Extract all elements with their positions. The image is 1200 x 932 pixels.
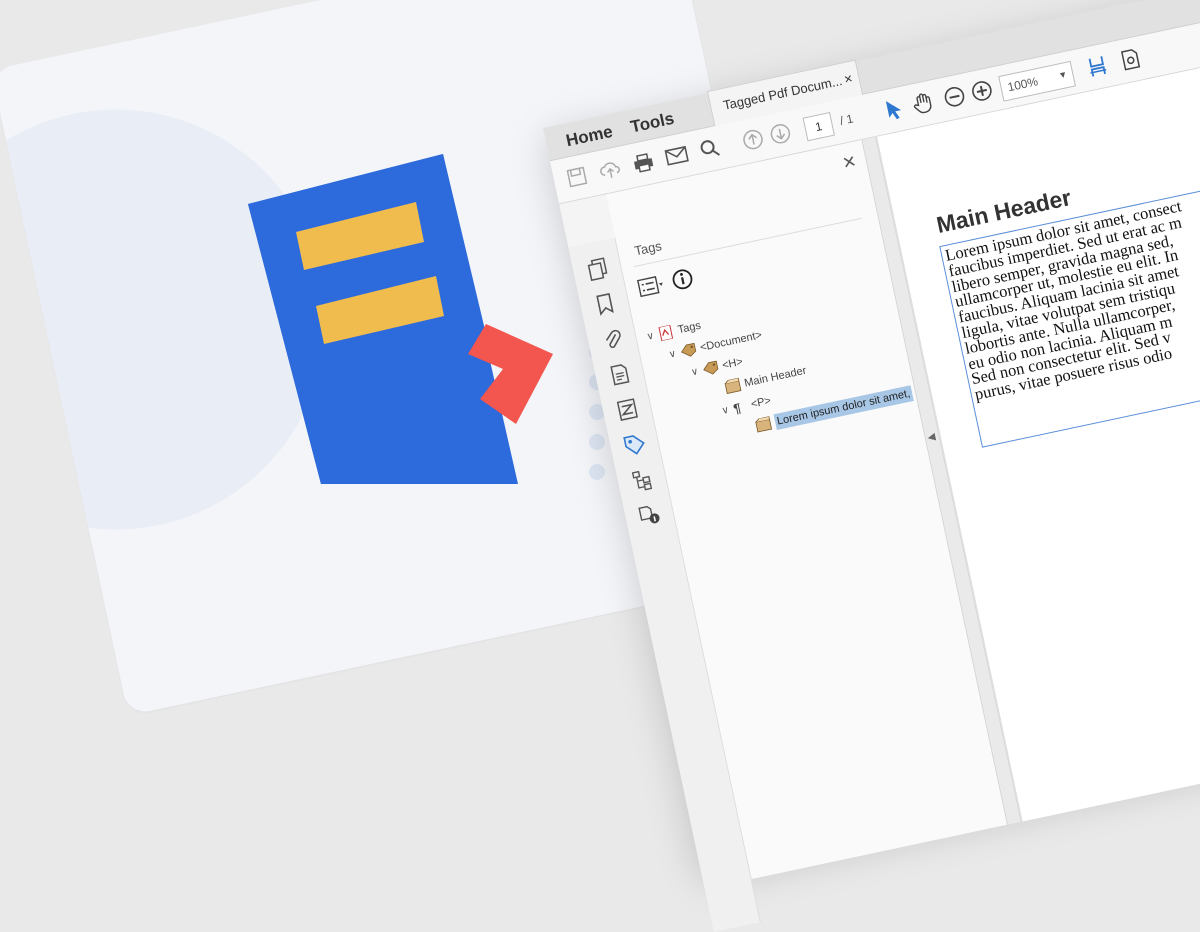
tree-item-label: Main Header	[743, 364, 808, 390]
hand-tool-icon[interactable]	[908, 88, 939, 119]
collapse-arrow-icon[interactable]: ◀	[927, 431, 937, 443]
upload-cloud-icon[interactable]	[595, 155, 626, 186]
page-down-icon[interactable]	[765, 118, 796, 149]
tags-tree-icon[interactable]	[619, 429, 650, 460]
content-order-icon[interactable]	[612, 394, 643, 425]
tree-item-label: Tags	[676, 319, 703, 337]
page-up-icon[interactable]	[738, 124, 769, 155]
page-number-input[interactable]: 1	[802, 111, 835, 142]
tree-item-label: <H>	[721, 355, 744, 372]
tree-item-label-selected: Lorem ipsum dolor sit amet,	[773, 385, 914, 430]
panel-divider	[633, 217, 862, 268]
tag-icon	[703, 360, 719, 375]
print-icon[interactable]	[628, 147, 659, 178]
pages-icon[interactable]	[582, 253, 613, 284]
options-menu-icon[interactable]	[636, 271, 667, 302]
selected-paragraph[interactable]: Lorem ipsum dolor sit amet, consect fauc…	[939, 138, 1200, 448]
zoom-in-icon[interactable]	[966, 76, 997, 107]
chevron-down-icon: ▼	[1057, 68, 1069, 81]
close-panel-icon[interactable]: ×	[840, 148, 858, 176]
accessibility-info-icon[interactable]	[634, 500, 665, 531]
tags-panel-title: Tags	[633, 238, 664, 259]
tagged-pdf-logo	[248, 154, 553, 484]
bookmark-icon[interactable]	[590, 289, 621, 320]
content-box-icon	[724, 377, 742, 394]
email-icon[interactable]	[661, 140, 692, 171]
zoom-select[interactable]: 100% ▼	[998, 60, 1076, 102]
content-box-icon	[755, 416, 773, 433]
attachment-icon[interactable]	[597, 324, 628, 355]
paragraph-icon: ¶	[732, 400, 743, 417]
info-icon[interactable]	[667, 264, 698, 295]
fit-width-icon[interactable]	[1082, 51, 1113, 82]
select-cursor-icon[interactable]	[878, 94, 909, 125]
pdf-tag-root-icon	[658, 324, 674, 342]
tag-icon	[681, 342, 697, 357]
rotate-page-icon[interactable]	[1115, 44, 1146, 75]
page-total: / 1	[838, 111, 855, 128]
structure-tree-icon[interactable]	[627, 465, 658, 496]
zoom-value: 100%	[1006, 74, 1040, 95]
close-tab-icon[interactable]: ×	[843, 70, 854, 87]
search-icon[interactable]	[695, 133, 726, 164]
save-icon[interactable]	[562, 162, 593, 193]
tree-item-label: <P>	[749, 394, 773, 411]
tree-item-label: <Document>	[698, 329, 764, 354]
pdf-viewer-window: Home Tools Tagged Pdf Docum... × 1 / 1 1…	[543, 0, 1200, 932]
document-properties-icon[interactable]	[604, 359, 635, 390]
zoom-out-icon[interactable]	[939, 81, 970, 112]
tree-item-lorem[interactable]: Lorem ipsum dolor sit amet,	[754, 383, 914, 436]
